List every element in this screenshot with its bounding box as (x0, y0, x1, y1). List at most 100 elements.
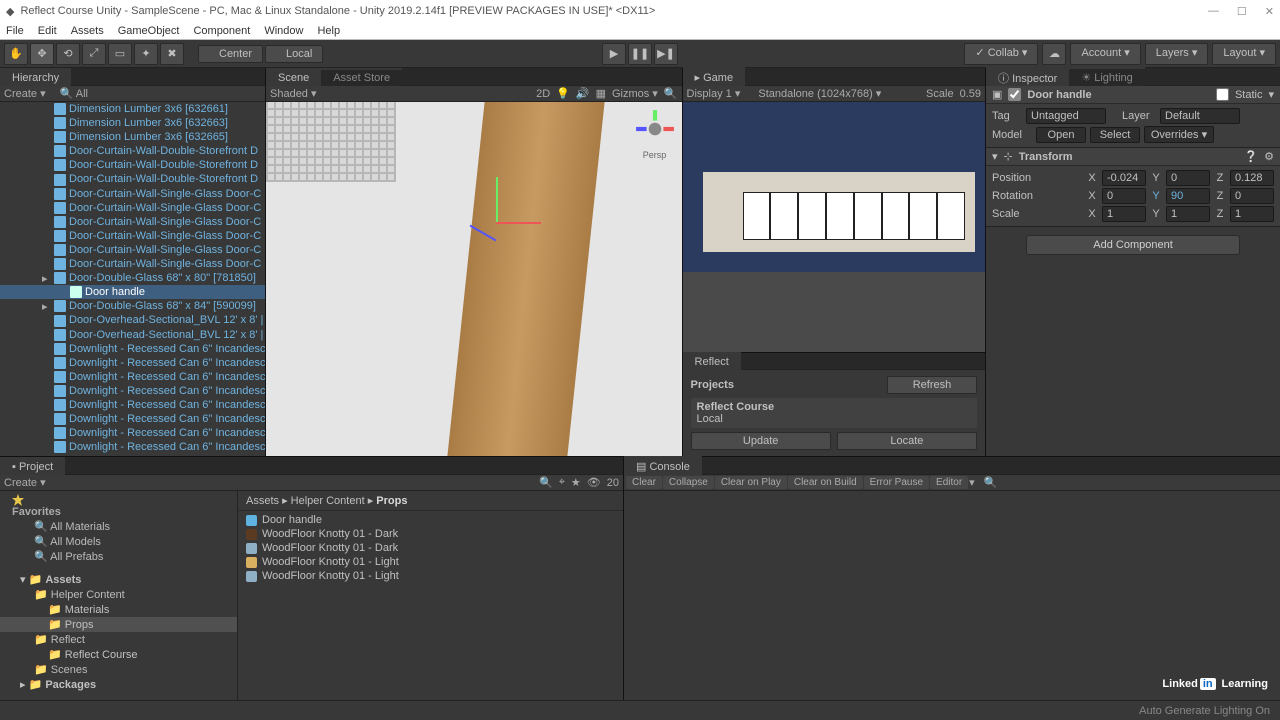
tab-asset-store[interactable]: Asset Store (321, 68, 402, 86)
favorite-item[interactable]: 🔍 All Materials (0, 519, 237, 534)
locate-button[interactable]: Locate (837, 432, 977, 450)
project-folder[interactable]: 📁 Reflect (0, 632, 237, 647)
scale-tool-icon[interactable]: ⤢ (82, 43, 106, 65)
layers-dropdown[interactable]: Layers ▾ (1145, 43, 1209, 65)
rot-x-field[interactable]: 0 (1102, 188, 1146, 204)
close-icon[interactable]: ✕ (1265, 5, 1274, 18)
hierarchy-create-dropdown[interactable]: Create ▾ (4, 87, 46, 100)
foldout-icon[interactable]: ▾ (992, 150, 998, 163)
hierarchy-item[interactable]: Downlight - Recessed Can 6" Incandesc (0, 412, 265, 426)
refresh-button[interactable]: Refresh (887, 376, 977, 394)
tab-game[interactable]: ▸ Game (683, 67, 746, 86)
console-clear-on-build-button[interactable]: Clear on Build (788, 476, 863, 489)
assets-header[interactable]: ▾ 📁 Assets (0, 572, 237, 587)
pivot-center-toggle[interactable]: Center (198, 45, 263, 63)
tab-inspector[interactable]: ⓘ Inspector (986, 66, 1069, 88)
aspect-dropdown[interactable]: Standalone (1024x768) ▾ (758, 87, 881, 100)
hierarchy-item[interactable]: Downlight - Recessed Can 6" Incandesc (0, 370, 265, 384)
light-toggle-icon[interactable]: 💡 (556, 87, 570, 100)
hierarchy-item[interactable]: ▸Door-Double-Glass 68" x 84" [590099] (0, 299, 265, 313)
console-editor-button[interactable]: Editor (930, 476, 968, 489)
menu-gameobject[interactable]: GameObject (118, 25, 180, 37)
project-file[interactable]: WoodFloor Knotty 01 - Dark (238, 527, 623, 541)
hierarchy-item[interactable]: Downlight - Recessed Can 6" Incandesc (0, 356, 265, 370)
move-tool-icon[interactable]: ✥ (30, 43, 54, 65)
filter-icon[interactable]: ⌖ (559, 476, 565, 489)
hand-tool-icon[interactable]: ✋ (4, 43, 28, 65)
menu-file[interactable]: File (6, 25, 24, 37)
project-file[interactable]: WoodFloor Knotty 01 - Light (238, 555, 623, 569)
cloud-icon[interactable]: ☁ (1042, 43, 1066, 65)
fx-toggle-icon[interactable]: ▦ (596, 87, 606, 100)
favorites-header[interactable]: Favorites (0, 493, 237, 519)
scl-y-field[interactable]: 1 (1166, 206, 1210, 222)
help-icon[interactable]: ❔ (1244, 150, 1258, 163)
hierarchy-item[interactable]: Door-Curtain-Wall-Single-Glass Door-C (0, 215, 265, 229)
hierarchy-item[interactable]: Door-Curtain-Wall-Single-Glass Door-C (0, 257, 265, 271)
gameobject-active-toggle[interactable] (1008, 88, 1021, 101)
orientation-gizmo[interactable]: Persp (634, 108, 676, 150)
scene-viewport[interactable]: Persp (266, 102, 682, 456)
project-file[interactable]: WoodFloor Knotty 01 - Dark (238, 541, 623, 555)
hierarchy-item[interactable]: Downlight - Recessed Can 6" Incandesc (0, 384, 265, 398)
hierarchy-item[interactable]: Door-Curtain-Wall-Single-Glass Door-C (0, 229, 265, 243)
project-file[interactable]: WoodFloor Knotty 01 - Light (238, 569, 623, 583)
project-search-icon[interactable]: 🔍 (539, 476, 553, 489)
collab-dropdown[interactable]: ✓ Collab ▾ (964, 43, 1038, 65)
hierarchy-item[interactable]: Door-Overhead-Sectional_BVL 12' x 8' | (0, 313, 265, 327)
pause-icon[interactable]: ❚❚ (628, 43, 652, 65)
minimize-icon[interactable]: — (1208, 5, 1219, 18)
hierarchy-item[interactable]: Door-Curtain-Wall-Double-Storefront D (0, 144, 265, 158)
breadcrumb[interactable]: Assets ▸ Helper Content ▸ Props (238, 491, 623, 511)
static-toggle[interactable] (1216, 88, 1229, 101)
project-file[interactable]: Door handle (238, 513, 623, 527)
menu-window[interactable]: Window (264, 25, 303, 37)
persp-label[interactable]: Persp (634, 150, 676, 160)
project-folder[interactable]: 📁 Props (0, 617, 237, 632)
search-icon[interactable]: 🔍 All (60, 87, 88, 100)
menu-assets[interactable]: Assets (71, 25, 104, 37)
packages-header[interactable]: ▸ 📁 Packages (0, 677, 237, 692)
hierarchy-item[interactable]: Downlight - Recessed Can 6" Incandesc (0, 342, 265, 356)
step-icon[interactable]: ▶❚ (654, 43, 678, 65)
hierarchy-item[interactable]: Door-Curtain-Wall-Double-Storefront D (0, 158, 265, 172)
transform-tool-icon[interactable]: ✦ (134, 43, 158, 65)
scl-z-field[interactable]: 1 (1230, 206, 1274, 222)
tab-hierarchy[interactable]: Hierarchy (0, 68, 71, 86)
account-dropdown[interactable]: Account ▾ (1070, 43, 1140, 65)
console-clear-button[interactable]: Clear (626, 476, 662, 489)
scl-x-field[interactable]: 1 (1102, 206, 1146, 222)
console-error-pause-button[interactable]: Error Pause (864, 476, 929, 489)
rot-z-field[interactable]: 0 (1230, 188, 1274, 204)
hierarchy-item[interactable]: Door-Curtain-Wall-Double-Storefront D (0, 172, 265, 186)
menu-edit[interactable]: Edit (38, 25, 57, 37)
console-search-icon[interactable]: 🔍 (984, 476, 998, 489)
menu-help[interactable]: Help (317, 25, 340, 37)
rotate-tool-icon[interactable]: ⟲ (56, 43, 80, 65)
rot-y-field[interactable]: 90 (1166, 188, 1210, 204)
tab-console[interactable]: ▤ Console (624, 456, 702, 475)
pos-x-field[interactable]: -0.024 (1102, 170, 1146, 186)
pos-z-field[interactable]: 0.128 (1230, 170, 1274, 186)
hierarchy-item[interactable]: Dimension Lumber 3x6 [632665] (0, 130, 265, 144)
game-viewport[interactable] (683, 102, 985, 352)
project-folder[interactable]: 📁 Reflect Course (0, 647, 237, 662)
display-dropdown[interactable]: Display 1 ▾ (687, 87, 741, 100)
gizmos-dropdown[interactable]: Gizmos ▾ (612, 87, 658, 100)
layout-dropdown[interactable]: Layout ▾ (1212, 43, 1276, 65)
tab-lighting[interactable]: ☀ Lighting (1069, 67, 1144, 86)
rect-tool-icon[interactable]: ▭ (108, 43, 132, 65)
hierarchy-item[interactable]: Door-Curtain-Wall-Single-Glass Door-C (0, 187, 265, 201)
scene-search-icon[interactable]: 🔍 (664, 87, 678, 100)
star-icon[interactable]: ★ (571, 476, 581, 489)
hierarchy-item[interactable]: Dimension Lumber 3x6 [632661] (0, 102, 265, 116)
gameobject-name[interactable]: Door handle (1027, 89, 1210, 101)
pivot-local-toggle[interactable]: Local (265, 45, 323, 63)
overrides-dropdown[interactable]: Overrides ▾ (1144, 126, 1214, 143)
custom-tool-icon[interactable]: ✖ (160, 43, 184, 65)
project-folder[interactable]: 📁 Scenes (0, 662, 237, 677)
hierarchy-item[interactable]: Door-Curtain-Wall-Single-Glass Door-C (0, 243, 265, 257)
shading-mode-dropdown[interactable]: Shaded ▾ (270, 87, 317, 100)
tag-dropdown[interactable]: Untagged (1026, 108, 1106, 124)
tab-reflect[interactable]: Reflect (683, 352, 741, 370)
